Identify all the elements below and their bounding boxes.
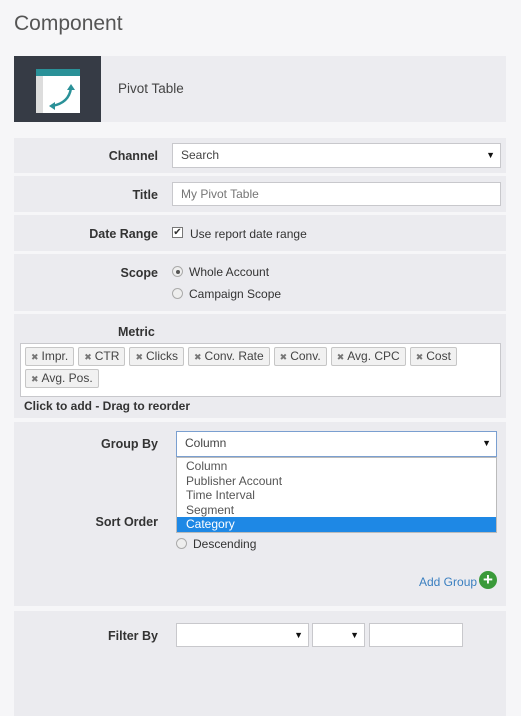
scope-campaign[interactable]: Campaign Scope (172, 287, 281, 301)
group-by-option-highlighted[interactable]: Category (177, 517, 496, 532)
metric-tag[interactable]: ✖ Clicks (129, 347, 184, 366)
group-by-label: Group By (101, 437, 158, 451)
date-range-checkbox[interactable]: ✔ (172, 227, 183, 238)
group-by-select[interactable]: Column ▼ (176, 431, 497, 457)
group-by-option[interactable]: Column (177, 459, 496, 474)
filter-by-label: Filter By (107, 629, 158, 643)
group-by-row: Group By Sort Order Descending Column ▼ C… (14, 422, 506, 606)
metric-tag[interactable]: ✖ CTR (78, 347, 126, 366)
filter-field-select[interactable]: ▼ (176, 623, 309, 647)
metric-row: Metric ✖ Impr. ✖ CTR ✖ Clicks ✖ Conv. Rate ✖ Conv… (14, 314, 506, 418)
date-range-checkbox-label: Use report date range (190, 227, 307, 241)
title-label: Title (132, 188, 158, 202)
metric-tag[interactable]: ✖ Conv. (273, 347, 327, 366)
sort-descending-radio[interactable]: Descending (176, 537, 256, 551)
metric-tag[interactable]: ✖ Impr. (25, 347, 75, 366)
filter-operator-select[interactable]: ▼ (312, 623, 365, 647)
scope-row: Scope Whole Account Campaign Scope (14, 254, 506, 311)
component-name: Pivot Table (118, 81, 184, 96)
sort-order-label: Sort Order (95, 515, 158, 529)
channel-select[interactable]: Search ▼ (172, 143, 501, 168)
metric-hint: Click to add - Drag to reorder (24, 399, 191, 413)
add-group-link[interactable]: Add Group (419, 575, 477, 589)
filter-value-input[interactable] (369, 623, 463, 647)
channel-row: Channel Search ▼ (14, 138, 506, 173)
metric-tag[interactable]: ✖ Conv. Rate (187, 347, 270, 366)
group-by-option[interactable]: Time Interval (177, 488, 496, 503)
filter-by-row: Filter By ▼ ▼ (14, 611, 506, 716)
channel-label: Channel (108, 149, 158, 163)
group-by-option[interactable]: Segment (177, 503, 496, 518)
metric-label: Metric (118, 325, 155, 339)
date-range-row: Date Range ✔ Use report date range (14, 215, 506, 251)
title-input[interactable] (172, 182, 501, 206)
metric-tag[interactable]: ✖ Cost (409, 347, 457, 366)
metric-tag[interactable]: ✖ Avg. Pos. (25, 369, 99, 388)
date-range-label: Date Range (89, 227, 158, 241)
group-by-option[interactable]: Publisher Account (177, 474, 496, 489)
scope-label: Scope (120, 266, 158, 280)
scope-whole-account[interactable]: Whole Account (172, 265, 269, 279)
title-row: Title (14, 176, 506, 212)
add-group-plus-icon[interactable]: + (479, 571, 497, 589)
page-title: Component (14, 12, 123, 35)
group-by-dropdown[interactable]: Column Publisher Account Time Interval S… (176, 457, 497, 533)
metric-tag-box[interactable]: ✖ Impr. ✖ CTR ✖ Clicks ✖ Conv. Rate ✖ Conv. ✖ Avg. … (20, 343, 501, 397)
pivot-table-icon (14, 56, 101, 122)
metric-tag[interactable]: ✖ Avg. CPC (330, 347, 406, 366)
